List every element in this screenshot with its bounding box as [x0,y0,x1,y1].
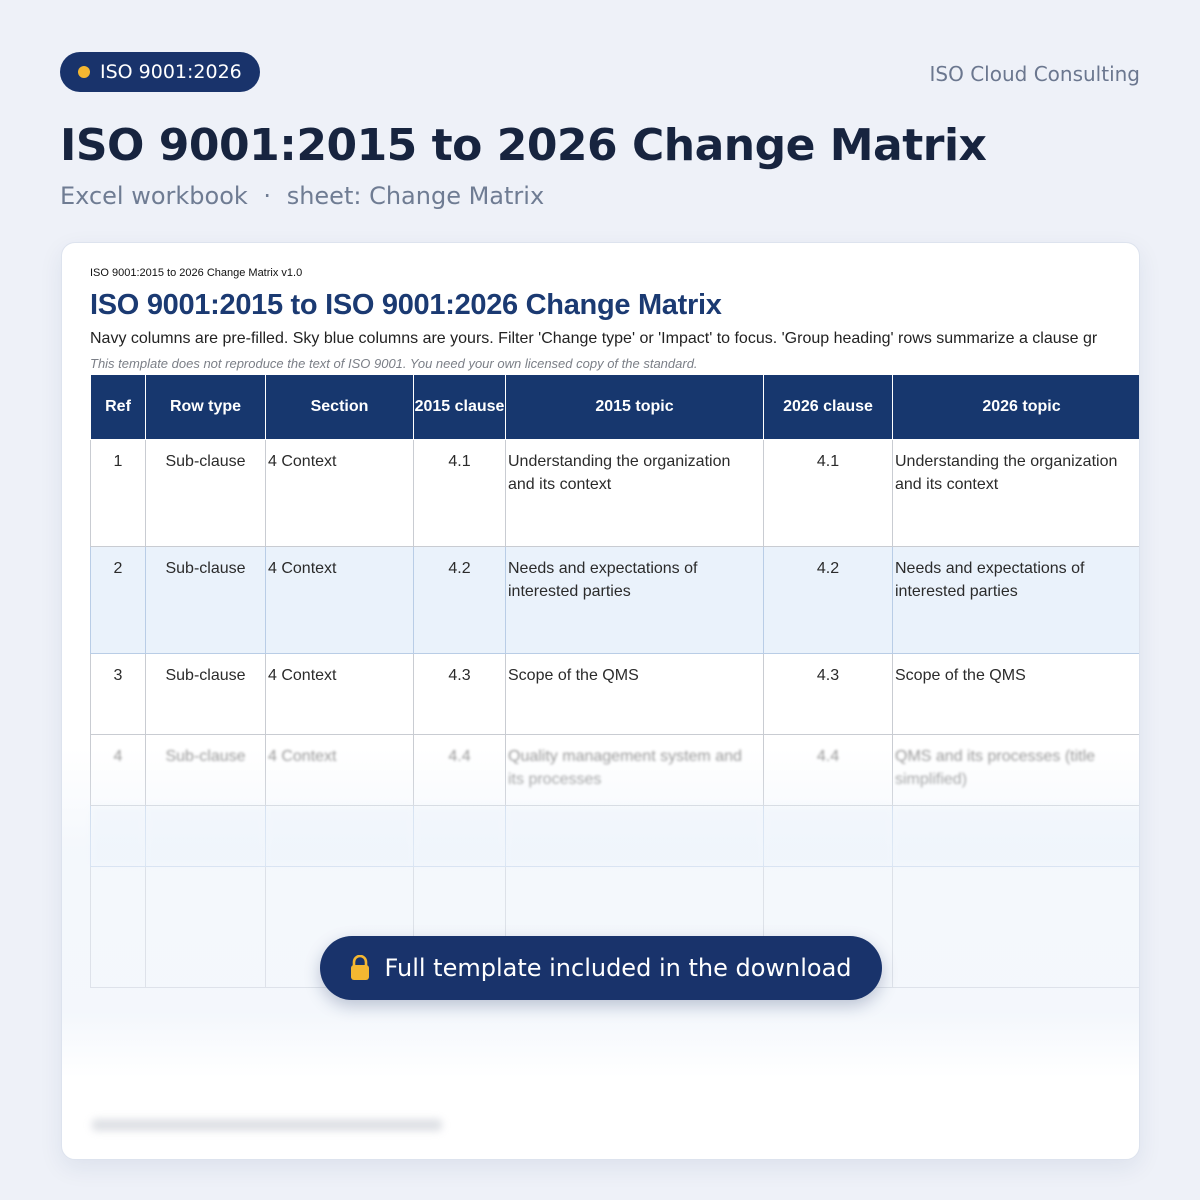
table-row[interactable]: 1 Sub-clause 4 Context 4.1 Understanding… [90,439,1139,547]
cell-2015-topic[interactable]: Needs and expectations of interested par… [505,546,764,654]
table-row[interactable]: 3 Sub-clause 4 Context 4.3 Scope of the … [90,653,1139,735]
cell-row-type[interactable]: Sub-clause [145,439,266,547]
sheet-version: ISO 9001:2015 to 2026 Change Matrix v1.0 [90,267,303,279]
subtitle-separator: · [263,182,272,210]
cell-2026-topic[interactable]: Scope of the QMS [892,653,1139,735]
download-cta[interactable]: Full template included in the download [320,936,882,1000]
page-subtitle: Excel workbook · sheet: Change Matrix [60,182,544,210]
cell-2015-clause[interactable]: 4.3 [413,653,506,735]
table-header-row: Ref Row type Section 2015 clause 2015 to… [90,374,1139,440]
cell-section[interactable]: 4 Context [265,439,414,547]
cell-row-type[interactable]: Sub-clause [145,653,266,735]
cell-section[interactable]: 4 Context [265,653,414,735]
page-title: ISO 9001:2015 to 2026 Change Matrix [60,120,987,171]
blur-overlay [62,748,1139,1078]
file-type: Excel workbook [60,182,248,210]
cell-2015-clause[interactable]: 4.1 [413,439,506,547]
column-header[interactable]: 2026 clause [763,374,893,440]
cta-label: Full template included in the download [384,954,852,982]
column-header[interactable]: 2026 topic [892,374,1139,440]
table-row[interactable]: 2 Sub-clause 4 Context 4.2 Needs and exp… [90,546,1139,654]
cell-ref[interactable]: 1 [90,439,146,547]
cell-2015-topic[interactable]: Scope of the QMS [505,653,764,735]
sheet-name: sheet: Change Matrix [286,182,545,210]
cell-ref[interactable]: 3 [90,653,146,735]
brand-name: ISO Cloud Consulting [929,62,1140,86]
cell-2026-clause[interactable]: 4.3 [763,653,893,735]
status-dot-icon [78,66,90,78]
blurred-footer-text [92,1119,442,1131]
standard-badge: ISO 9001:2026 [60,52,260,92]
column-header[interactable]: 2015 topic [505,374,764,440]
cell-2026-clause[interactable]: 4.1 [763,439,893,547]
column-header[interactable]: 2015 clause [413,374,506,440]
column-header[interactable]: Section [265,374,414,440]
cell-2015-clause[interactable]: 4.2 [413,546,506,654]
cell-ref[interactable]: 2 [90,546,146,654]
column-header[interactable]: Row type [145,374,266,440]
sheet-instructions: Navy columns are pre-filled. Sky blue co… [90,330,1098,347]
lock-icon [350,954,370,981]
spreadsheet-preview-card: ISO 9001:2015 to 2026 Change Matrix v1.0… [61,242,1140,1160]
badge-label: ISO 9001:2026 [100,61,242,83]
sheet-title: ISO 9001:2015 to ISO 9001:2026 Change Ma… [90,289,722,321]
cell-2026-topic[interactable]: Understanding the organization and its c… [892,439,1139,547]
cell-2026-clause[interactable]: 4.2 [763,546,893,654]
cell-2015-topic[interactable]: Understanding the organization and its c… [505,439,764,547]
column-header[interactable]: Ref [90,374,146,440]
sheet-disclaimer: This template does not reproduce the tex… [90,356,698,371]
cell-section[interactable]: 4 Context [265,546,414,654]
cell-2026-topic[interactable]: Needs and expectations of interested par… [892,546,1139,654]
cell-row-type[interactable]: Sub-clause [145,546,266,654]
